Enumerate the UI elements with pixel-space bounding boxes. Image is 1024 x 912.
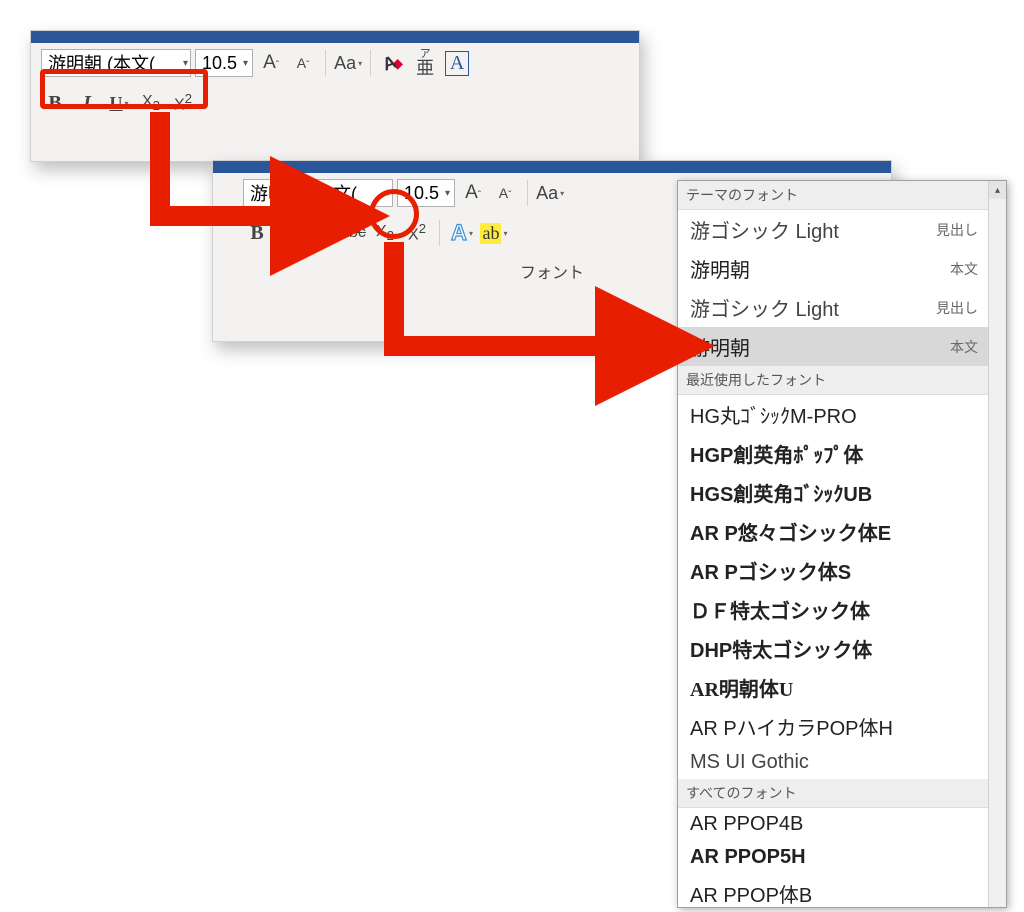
font-list: テーマのフォント 游ゴシック Light見出し 游明朝本文 游ゴシック Ligh… (678, 181, 1006, 908)
title-bar (213, 161, 891, 173)
separator (439, 220, 440, 246)
change-case-button[interactable]: Aa (334, 49, 362, 77)
font-item[interactable]: 游ゴシック Light見出し (678, 210, 988, 249)
font-item[interactable]: MS UI Gothic (678, 746, 988, 779)
font-name-combo[interactable]: 游明朝 (本文( ▾ (243, 179, 393, 207)
scrollbar[interactable]: ▴ ▾ (988, 181, 1006, 908)
font-name-combo[interactable]: 游明朝 (本文( ▾ (41, 49, 191, 77)
subscript-button[interactable]: X2 (137, 89, 165, 117)
font-size-combo[interactable]: 10.5 ▾ (195, 49, 253, 77)
shrink-font-button[interactable]: Aˇ (491, 179, 519, 207)
font-item[interactable]: AR PPOP体B (678, 874, 988, 908)
section-recent-fonts: 最近使用したフォント (678, 366, 988, 395)
bold-button[interactable]: B (41, 89, 69, 117)
char-border-button[interactable]: A (443, 49, 471, 77)
scrollbar-track[interactable] (989, 199, 1006, 908)
italic-button[interactable]: I (73, 89, 101, 117)
font-item[interactable]: AR PハイカラPOP体H (678, 707, 988, 746)
bold-button[interactable]: B (243, 219, 271, 247)
chevron-down-icon[interactable]: ▾ (445, 188, 450, 199)
underline-button[interactable]: U (307, 219, 335, 247)
ruby-button[interactable]: ア亜 (411, 49, 439, 77)
underline-button[interactable]: U (105, 89, 133, 117)
separator (325, 50, 326, 76)
section-all-fonts: すべてのフォント (678, 779, 988, 808)
font-item[interactable]: DHP特太ゴシック体 (678, 629, 988, 668)
font-item-selected[interactable]: 游明朝本文 (678, 327, 988, 366)
font-item[interactable]: AR明朝体U (678, 668, 988, 707)
title-bar (31, 31, 639, 43)
format-row-1: B I U X2 X2 (31, 83, 639, 123)
superscript-button[interactable]: X2 (403, 219, 431, 247)
ribbon-panel-1: 游明朝 (本文( ▾ 10.5 ▾ Aˆ Aˇ Aa A◆ ア亜 A B I U… (30, 30, 640, 162)
superscript-button[interactable]: X2 (169, 89, 197, 117)
chevron-down-icon[interactable]: ▾ (183, 58, 188, 69)
section-theme-fonts: テーマのフォント (678, 181, 988, 210)
grow-font-button[interactable]: Aˆ (257, 49, 285, 77)
font-dropdown-menu: テーマのフォント 游ゴシック Light見出し 游明朝本文 游ゴシック Ligh… (677, 180, 1007, 908)
highlight-button[interactable]: ab (480, 219, 508, 247)
chevron-down-icon[interactable]: ▾ (385, 188, 390, 199)
clear-format-button[interactable]: A◆ (379, 49, 407, 77)
font-size-combo[interactable]: 10.5 ▾ (397, 179, 455, 207)
chevron-down-icon[interactable]: ▾ (243, 58, 248, 69)
font-item[interactable]: AR PPOP5H (678, 841, 988, 874)
subscript-button[interactable]: X2 (371, 219, 399, 247)
scroll-up-button[interactable]: ▴ (989, 181, 1006, 199)
font-item[interactable]: AR PPOP4B (678, 808, 988, 841)
font-item[interactable]: HGS創英角ｺﾞｼｯｸUB (678, 473, 988, 512)
font-name-value: 游明朝 (本文( (250, 180, 357, 206)
font-item[interactable]: AR Pゴシック体S (678, 551, 988, 590)
italic-button[interactable]: I (275, 219, 303, 247)
separator (527, 180, 528, 206)
font-item[interactable]: HGP創英角ﾎﾟｯﾌﾟ体 (678, 434, 988, 473)
font-size-value: 10.5 (202, 53, 237, 74)
strike-button[interactable]: abc (339, 219, 367, 247)
text-effects-button[interactable]: A (448, 219, 476, 247)
shrink-font-button[interactable]: Aˇ (289, 49, 317, 77)
font-item[interactable]: HG丸ｺﾞｼｯｸM-PRO (678, 395, 988, 434)
font-row-1: 游明朝 (本文( ▾ 10.5 ▾ Aˆ Aˇ Aa A◆ ア亜 A (31, 43, 639, 83)
change-case-button[interactable]: Aa (536, 179, 564, 207)
font-name-value: 游明朝 (本文( (48, 50, 155, 76)
font-item[interactable]: 游明朝本文 (678, 249, 988, 288)
font-size-value: 10.5 (404, 183, 439, 204)
font-item[interactable]: 游ゴシック Light見出し (678, 288, 988, 327)
grow-font-button[interactable]: Aˆ (459, 179, 487, 207)
separator (370, 50, 371, 76)
font-item[interactable]: AR P悠々ゴシック体E (678, 512, 988, 551)
font-item[interactable]: ＤＦ特太ゴシック体 (678, 590, 988, 629)
